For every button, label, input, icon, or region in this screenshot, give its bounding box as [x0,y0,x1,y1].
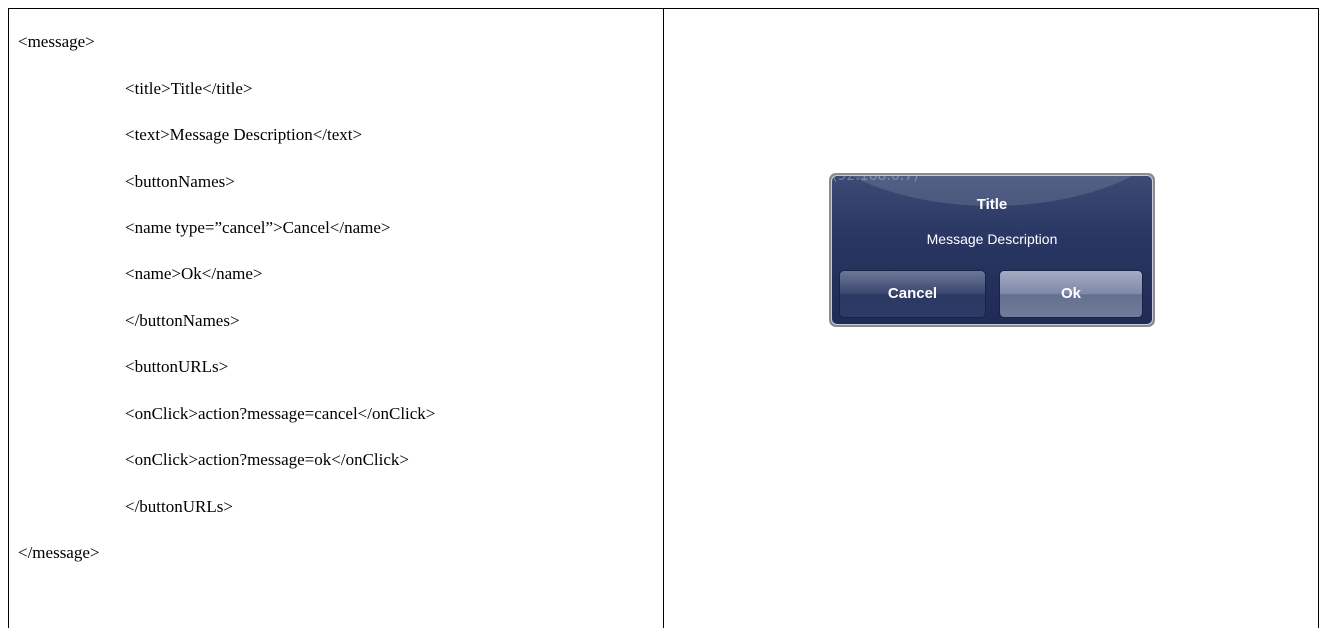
alert-background-text: (92.168.0.7) [832,175,919,184]
alert-dialog-panel: (92.168.0.7) Title Message Description C… [831,175,1153,325]
code-line: <title>Title</title> [125,79,253,98]
code-line: </buttonURLs> [125,497,233,516]
code-line: <buttonURLs> [125,357,229,376]
code-line: <onClick>action?message=ok</onClick> [125,450,409,469]
column-divider [663,8,664,628]
alert-message: Message Description [926,231,1058,247]
alert-title: Title [976,196,1008,213]
code-line: <text>Message Description</text> [125,125,363,144]
cancel-button[interactable]: Cancel [839,270,986,318]
alert-dialog-screenshot: (92.168.0.7) Title Message Description C… [829,173,1155,327]
code-line: <buttonNames> [125,172,235,191]
code-line: <onClick>action?message=cancel</onClick> [125,404,436,423]
code-line: <message> [18,32,95,51]
code-line: <name type=”cancel”>Cancel</name> [125,218,391,237]
code-line: <name>Ok</name> [125,264,263,283]
code-line: </buttonNames> [125,311,240,330]
ok-button[interactable]: Ok [999,270,1143,318]
code-line: </message> [18,543,100,562]
